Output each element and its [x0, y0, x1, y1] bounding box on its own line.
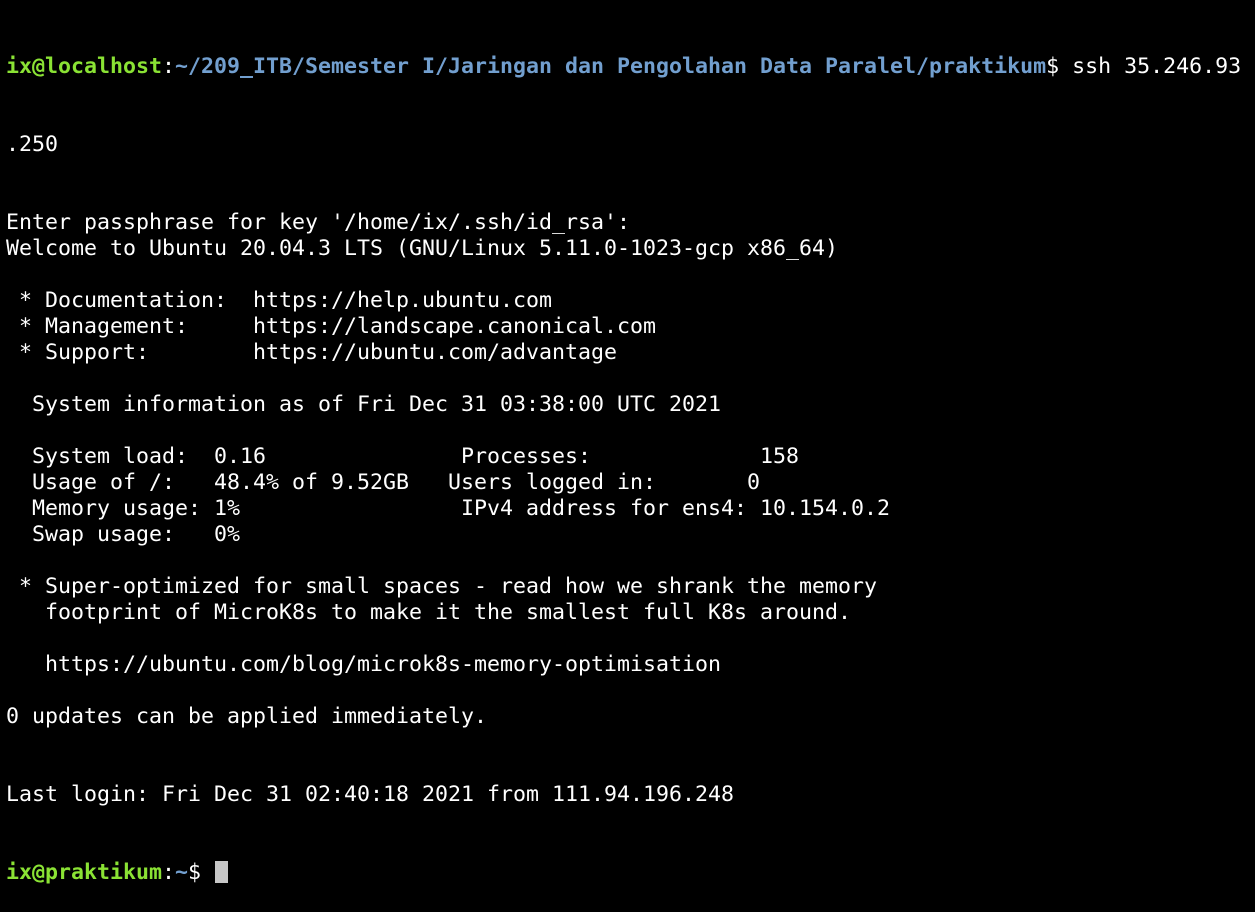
output-line: Last login: Fri Dec 31 02:40:18 2021 fro… — [6, 782, 735, 807]
current-prompt-line[interactable]: ix@praktikum:~$ — [6, 860, 1251, 886]
output-line: Enter passphrase for key '/home/ix/.ssh/… — [6, 210, 631, 235]
output-line: * Management: https://landscape.canonica… — [6, 314, 657, 339]
output-line: System information as of Fri Dec 31 03:3… — [6, 392, 722, 417]
output-line: footprint of MicroK8s to make it the sma… — [6, 600, 852, 625]
output-line: * Documentation: https://help.ubuntu.com — [6, 288, 553, 313]
output-line: System load: 0.16 Processes: 158 — [6, 444, 800, 469]
prompt-user-host: ix@localhost — [6, 54, 163, 79]
output-line: Usage of /: 48.4% of 9.52GB Users logged… — [6, 470, 761, 495]
output-line: 0 updates can be applied immediately. — [6, 704, 488, 729]
output-line: Memory usage: 1% IPv4 address for ens4: … — [6, 496, 891, 521]
command-wrap-line: .250 — [6, 132, 59, 157]
prompt-separator: : — [162, 54, 176, 79]
prompt-symbol: $ — [1046, 54, 1073, 79]
prompt-symbol: $ — [188, 860, 215, 885]
output-line: Welcome to Ubuntu 20.04.3 LTS (GNU/Linux… — [6, 236, 839, 261]
output-line: * Support: https://ubuntu.com/advantage — [6, 340, 618, 365]
terminal-output: Enter passphrase for key '/home/ix/.ssh/… — [6, 210, 1251, 808]
output-line: https://ubuntu.com/blog/microk8s-memory-… — [6, 652, 722, 677]
prompt-path: ~ — [175, 860, 189, 885]
output-line: * Super-optimized for small spaces - rea… — [6, 574, 878, 599]
text-cursor[interactable] — [215, 861, 229, 883]
output-line: Swap usage: 0% — [6, 522, 241, 547]
prompt-separator: : — [162, 860, 176, 885]
terminal-window[interactable]: ix@localhost:~/209_ITB/Semester I/Jaring… — [6, 2, 1251, 912]
first-prompt-line: ix@localhost:~/209_ITB/Semester I/Jaring… — [6, 54, 1251, 80]
prompt-path: ~/209_ITB/Semester I/Jaringan dan Pengol… — [175, 54, 1047, 79]
typed-command: ssh 35.246.93 — [1072, 54, 1242, 79]
prompt-user-host: ix@praktikum — [6, 860, 163, 885]
